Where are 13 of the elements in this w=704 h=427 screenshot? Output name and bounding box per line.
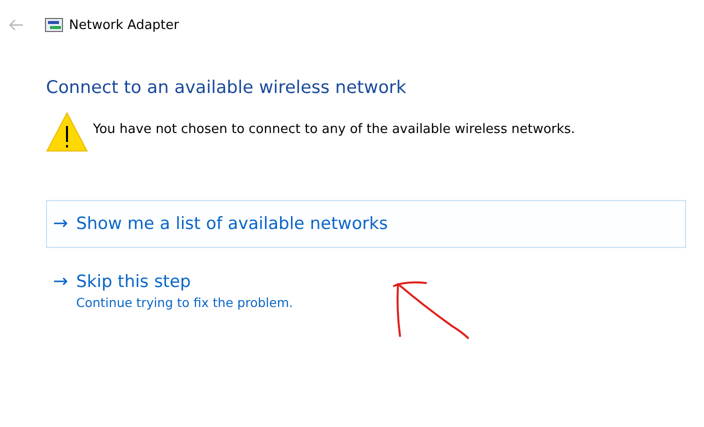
option-description: Continue trying to fix the problem. [76, 295, 293, 310]
warning-message: You have not chosen to connect to any of the available wireless networks. [93, 122, 576, 137]
option-link[interactable]: → Skip this step Continue trying to fix the problem. [46, 266, 686, 323]
network-adapter-icon [45, 18, 63, 32]
arrow-icon: → [53, 271, 68, 293]
arrow-icon: → [53, 213, 68, 235]
window-title: Network Adapter [69, 18, 179, 32]
back-arrow-icon[interactable] [8, 19, 24, 31]
warning-icon [46, 112, 88, 152]
option-label: Skip this step [76, 271, 191, 293]
option-link[interactable]: → Show me a list of available networks [46, 200, 686, 248]
page-heading: Connect to an available wireless network [46, 78, 408, 98]
option-label: Show me a list of available networks [76, 213, 388, 235]
